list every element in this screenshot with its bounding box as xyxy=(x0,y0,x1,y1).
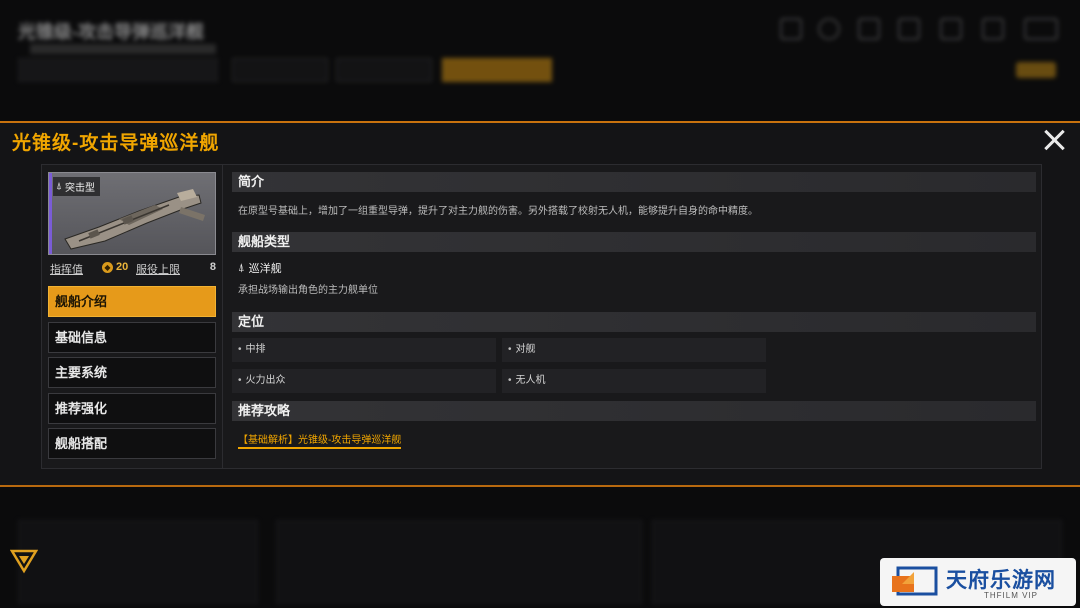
watermark-logo: 天府乐游网 THFILM VIP xyxy=(880,558,1076,606)
background-icon xyxy=(818,18,840,40)
background-icon xyxy=(1024,18,1058,40)
position-tag: • 无人机 xyxy=(502,369,766,393)
background-ship-title: 光锥级-攻击导弹巡洋舰 xyxy=(18,22,204,42)
nav-item-ship-pairing[interactable]: 舰船搭配 xyxy=(48,428,216,459)
positioning-header: 定位 xyxy=(232,312,1036,332)
cruiser-icon: ⍋ xyxy=(238,261,245,274)
ship-type-header: 舰船类型 xyxy=(232,232,1036,252)
ship-type-description: 承担战场输出角色的主力舰单位 xyxy=(238,285,378,296)
service-limit-label[interactable]: 服役上限 xyxy=(136,261,180,277)
intro-header: 简介 xyxy=(232,172,1036,192)
background-button xyxy=(232,58,328,82)
background-currency xyxy=(1016,62,1056,78)
position-tag: • 中排 xyxy=(232,338,496,362)
ship-image xyxy=(64,189,205,250)
watermark-name: 天府乐游网 xyxy=(946,569,1056,592)
command-value-label[interactable]: 指挥值 xyxy=(50,261,83,277)
ship-portrait-card: ⍋ 突击型 xyxy=(48,172,216,255)
command-coin-icon: ◆ xyxy=(102,262,113,273)
background-stats-bar xyxy=(18,58,218,82)
detail-content: 简介 在原型号基础上，增加了一组重型导弹，提升了对主力舰的伤害。另外搭载了校射无… xyxy=(232,172,1036,463)
ship-type-name: 巡洋舰 xyxy=(248,263,282,275)
nav-item-ship-intro[interactable]: 舰船介绍 xyxy=(48,286,216,317)
background-icon xyxy=(982,18,1004,40)
background-button xyxy=(336,58,432,82)
modal-header: 光锥级-攻击导弹巡洋舰 xyxy=(0,123,1080,159)
background-panel xyxy=(276,520,642,604)
nav-item-recommended-upgrades[interactable]: 推荐强化 xyxy=(48,392,216,424)
guide-link[interactable]: 【基础解析】光锥级-攻击导弹巡洋舰 xyxy=(238,431,402,449)
background-icon xyxy=(780,18,802,40)
ship-type-row: ⍋ 巡洋舰 xyxy=(238,260,282,276)
ship-meta-row: 指挥值 ◆ 20 服役上限 8 xyxy=(50,261,216,277)
close-button[interactable] xyxy=(1040,125,1070,155)
background-panel xyxy=(18,520,258,604)
background-primary-button xyxy=(442,58,552,82)
background-subtitle-bar xyxy=(30,44,216,54)
ship-detail-modal: 光锥级-攻击导弹巡洋舰 ⍋ 突击型 指挥值 ◆ 20 服役上限 8 舰船介绍 基… xyxy=(0,121,1080,487)
nav-item-main-systems[interactable]: 主要系统 xyxy=(48,357,216,388)
left-column: ⍋ 突击型 指挥值 ◆ 20 服役上限 8 舰船介绍 基础信息 主要系统 推荐强… xyxy=(42,165,223,468)
collapse-triangle-button[interactable] xyxy=(10,548,38,574)
background-icon xyxy=(898,18,920,40)
intro-text: 在原型号基础上，增加了一组重型导弹，提升了对主力舰的伤害。另外搭载了校射无人机，… xyxy=(238,206,758,217)
modal-title: 光锥级-攻击导弹巡洋舰 xyxy=(12,133,220,154)
watermark-sub: THFILM VIP xyxy=(984,591,1039,600)
guide-header: 推荐攻略 xyxy=(232,401,1036,421)
watermark-monitor-icon xyxy=(892,566,938,596)
command-value: 20 xyxy=(116,261,129,273)
position-tag: • 对舰 xyxy=(502,338,766,362)
service-limit-value: 8 xyxy=(209,261,216,273)
background-icon xyxy=(940,18,962,40)
background-icon xyxy=(858,18,880,40)
modal-body: ⍋ 突击型 指挥值 ◆ 20 服役上限 8 舰船介绍 基础信息 主要系统 推荐强… xyxy=(41,164,1042,469)
position-tag: • 火力出众 xyxy=(232,369,496,393)
detail-nav: 舰船介绍 基础信息 主要系统 推荐强化 舰船搭配 xyxy=(48,286,216,464)
nav-item-basic-info[interactable]: 基础信息 xyxy=(48,321,216,353)
